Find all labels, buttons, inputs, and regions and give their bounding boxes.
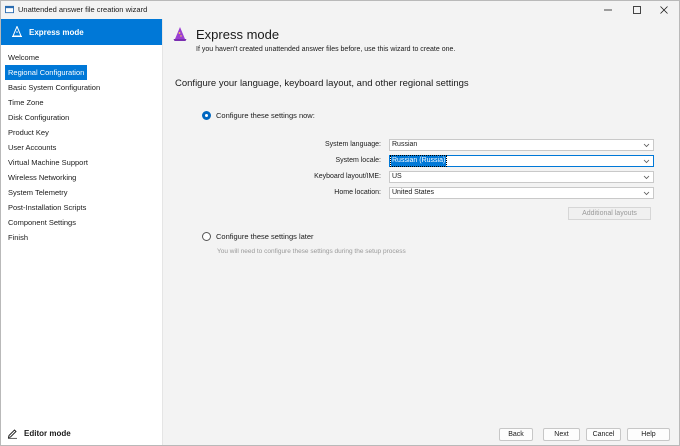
close-icon [660, 6, 668, 14]
express-mode-header[interactable]: Express mode [1, 19, 162, 45]
express-mode-label: Express mode [29, 27, 84, 37]
nav-row-scripts: Post-Installation Scripts [5, 200, 161, 215]
cancel-button[interactable]: Cancel [586, 428, 621, 441]
sidebar-item-post-installation-scripts[interactable]: Post-Installation Scripts [5, 203, 86, 212]
sidebar-item-finish[interactable]: Finish [5, 233, 28, 242]
nav-row-regional: Regional Configuration [5, 65, 161, 80]
chevron-down-icon [643, 175, 650, 180]
window-title: Unattended answer file creation wizard [18, 5, 148, 14]
radio-unchecked-icon [202, 232, 211, 241]
chevron-down-icon [643, 191, 650, 196]
nav-row-wireless: Wireless Networking [5, 170, 161, 185]
wizard-hat-icon [12, 26, 22, 37]
close-button[interactable] [647, 1, 680, 19]
home-location-label: Home location: [334, 189, 381, 196]
sidebar-item-component-settings[interactable]: Component Settings [5, 218, 76, 227]
home-location-select[interactable]: United States [389, 187, 654, 199]
system-locale-select[interactable]: Russian (Russia) [389, 155, 654, 167]
configure-now-label: Configure these settings now: [216, 111, 315, 120]
nav-row-basic: Basic System Configuration [5, 80, 161, 95]
sidebar-item-virtual-machine-support[interactable]: Virtual Machine Support [5, 158, 88, 167]
nav-row-disk: Disk Configuration [5, 110, 161, 125]
wizard-hat-icon [173, 27, 187, 41]
sidebar-item-basic-system-configuration[interactable]: Basic System Configuration [5, 83, 100, 92]
configure-later-hint: You will need to configure these setting… [217, 248, 406, 255]
nav-row-vm: Virtual Machine Support [5, 155, 161, 170]
wizard-window: Unattended answer file creation wizard E… [0, 0, 680, 446]
editor-mode-label: Editor mode [24, 429, 71, 438]
nav-row-welcome: Welcome [5, 50, 161, 65]
keyboard-layout-select[interactable]: US [389, 171, 654, 183]
chevron-down-icon [643, 143, 650, 148]
sidebar: Express mode Welcome Regional Configurat… [1, 19, 163, 445]
sidebar-item-product-key[interactable]: Product Key [5, 128, 49, 137]
sidebar-item-user-accounts[interactable]: User Accounts [5, 143, 56, 152]
system-locale-value: Russian (Russia) [389, 155, 448, 167]
configure-now-radio[interactable]: Configure these settings now: [202, 111, 315, 120]
minimize-icon [604, 9, 612, 11]
main-panel: Express mode If you haven't created unat… [164, 19, 679, 445]
sidebar-item-time-zone[interactable]: Time Zone [5, 98, 44, 107]
sidebar-item-system-telemetry[interactable]: System Telemetry [5, 188, 67, 197]
help-button[interactable]: Help [627, 428, 670, 441]
sidebar-item-regional-configuration[interactable]: Regional Configuration [5, 65, 88, 80]
section-title: Configure your language, keyboard layout… [175, 78, 469, 89]
sidebar-item-disk-configuration[interactable]: Disk Configuration [5, 113, 69, 122]
wizard-steps-nav: Welcome Regional Configuration Basic Sys… [5, 50, 161, 245]
system-language-value: Russian [392, 141, 418, 148]
nav-row-telemetry: System Telemetry [5, 185, 161, 200]
system-language-label: System language: [324, 141, 381, 148]
nav-row-components: Component Settings [5, 215, 161, 230]
nav-row-finish: Finish [5, 230, 161, 245]
configure-later-radio[interactable]: Configure these settings later [202, 232, 314, 241]
home-location-value: United States [392, 189, 435, 196]
system-locale-label: System locale: [335, 157, 381, 164]
next-button[interactable]: Next [543, 428, 580, 441]
radio-checked-icon [202, 111, 211, 120]
nav-row-user-accounts: User Accounts [5, 140, 161, 155]
maximize-icon [633, 6, 641, 14]
keyboard-layout-value: US [392, 173, 402, 180]
keyboard-layout-label: Keyboard layout/IME: [314, 173, 381, 180]
sidebar-item-wireless-networking[interactable]: Wireless Networking [5, 173, 76, 182]
title-bar: Unattended answer file creation wizard [1, 1, 679, 19]
additional-layouts-button[interactable]: Additional layouts [568, 207, 651, 220]
chevron-down-icon [643, 159, 650, 164]
back-button[interactable]: Back [499, 428, 533, 441]
system-language-select[interactable]: Russian [389, 139, 654, 151]
page-header: Express mode If you haven't created unat… [164, 19, 679, 61]
sidebar-item-welcome[interactable]: Welcome [5, 53, 39, 62]
app-icon [5, 5, 14, 14]
nav-row-product-key: Product Key [5, 125, 161, 140]
page-title: Express mode [196, 27, 280, 42]
editor-mode-button[interactable]: Editor mode [7, 428, 71, 439]
edit-pencil-icon [7, 429, 17, 439]
configure-later-label: Configure these settings later [216, 232, 314, 241]
nav-row-timezone: Time Zone [5, 95, 161, 110]
page-subtitle: If you haven't created unattended answer… [196, 46, 456, 53]
